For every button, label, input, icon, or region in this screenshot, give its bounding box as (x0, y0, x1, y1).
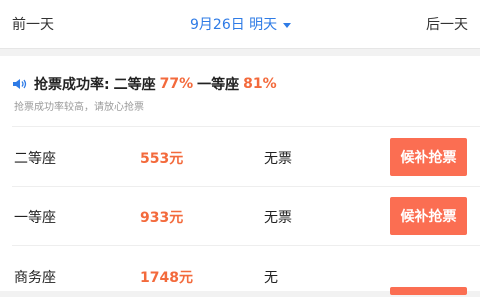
rate-first-class: 81% (243, 76, 277, 92)
waitlist-button[interactable] (390, 287, 467, 295)
success-rate-note: 抢票成功率较高，请放心抢票 (14, 102, 144, 113)
seat-availability: 无 (264, 270, 278, 286)
next-day-button[interactable]: 后一天 (426, 14, 468, 34)
success-rate-title: 抢票成功率: (34, 77, 110, 93)
date-selector[interactable]: 9月26日 明天 (190, 14, 292, 34)
seat-price: 933元 (140, 210, 184, 226)
divider (12, 245, 480, 246)
waitlist-button[interactable]: 候补抢票 (390, 197, 467, 235)
date-navigation-bar: 前一天 9月26日 明天 后一天 (0, 0, 480, 49)
class-name-second: 二等座 (113, 77, 156, 93)
seat-availability: 无票 (264, 151, 292, 167)
waitlist-button[interactable]: 候补抢票 (390, 138, 467, 176)
seat-class: 商务座 (14, 270, 56, 286)
seat-row: 二等座 553元 无票 候补抢票 (0, 136, 480, 178)
seat-class: 一等座 (14, 210, 56, 226)
rate-second-class: 77% (159, 76, 194, 92)
class-name-first: 一等座 (197, 77, 240, 93)
seat-availability: 无票 (264, 210, 292, 226)
divider (12, 126, 480, 127)
seat-price: 1748元 (140, 270, 193, 286)
divider (12, 186, 480, 187)
speaker-icon (13, 79, 27, 89)
seat-class: 二等座 (14, 151, 56, 167)
seat-price: 553元 (140, 151, 184, 167)
seat-row: 一等座 933元 无票 候补抢票 (0, 195, 480, 237)
success-rate-line: 抢票成功率: 二等座 77% 一等座 81% (12, 74, 281, 94)
prev-day-button[interactable]: 前一天 (12, 14, 54, 34)
seat-list-panel: 抢票成功率: 二等座 77% 一等座 81% 抢票成功率较高，请放心抢票 二等座… (0, 56, 480, 295)
caret-down-icon (283, 22, 292, 28)
current-date-label: 9月26日 明天 (190, 17, 278, 33)
